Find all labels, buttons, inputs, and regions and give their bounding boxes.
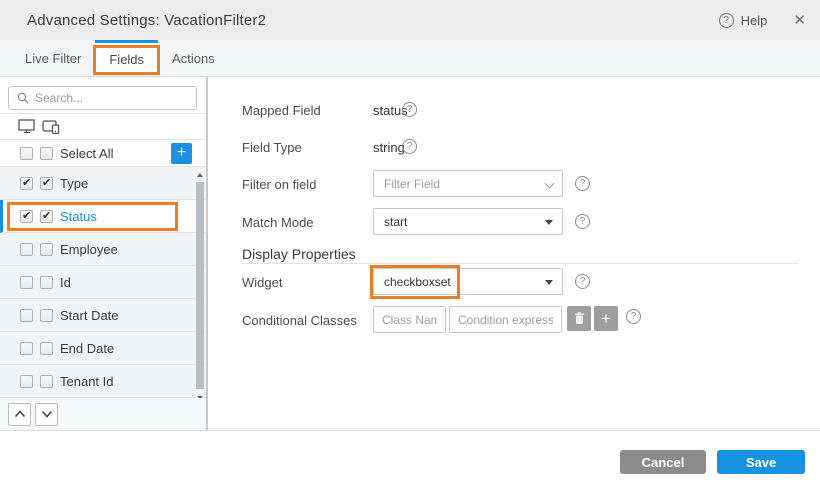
sidebar-item-type[interactable]: Type: [0, 167, 206, 200]
search-icon: [17, 92, 29, 104]
field-label: Type: [60, 176, 88, 191]
scroll-up-icon[interactable]: [196, 170, 204, 180]
help-link[interactable]: Help: [741, 13, 768, 28]
widget-label: Widget: [242, 275, 282, 290]
sidebar-item-id[interactable]: Id: [0, 266, 206, 299]
trash-icon: [574, 312, 585, 325]
tab-fields[interactable]: Fields: [95, 40, 158, 76]
delete-class-button[interactable]: [567, 306, 591, 331]
mobile-checkbox[interactable]: [40, 177, 53, 190]
filter-on-field-label: Filter on field: [242, 177, 316, 192]
titlebar: Advanced Settings: VacationFilter2 ? Hel…: [0, 0, 820, 40]
widget-help-icon[interactable]: ?: [575, 274, 590, 289]
help-icon[interactable]: ?: [719, 13, 734, 28]
search-section: [0, 77, 206, 114]
class-name-input[interactable]: [373, 306, 446, 333]
fields-sidebar: Select All + Type Status Employee Id: [0, 77, 208, 430]
mobile-checkbox[interactable]: [40, 243, 53, 256]
match-mode-label: Match Mode: [242, 215, 314, 230]
match-mode-select[interactable]: start: [373, 208, 563, 235]
mobile-checkbox[interactable]: [40, 309, 53, 322]
mobile-icon[interactable]: [42, 119, 61, 134]
scrollbar-thumb[interactable]: [196, 182, 204, 389]
mobile-checkbox[interactable]: [40, 276, 53, 289]
select-all-web-checkbox[interactable]: [20, 147, 33, 160]
cancel-button[interactable]: Cancel: [620, 450, 706, 474]
tab-fields-label: Fields: [109, 52, 144, 67]
dialog-footer: Cancel Save: [0, 430, 820, 487]
mobile-checkbox[interactable]: [40, 342, 53, 355]
sidebar-item-end-date[interactable]: End Date: [0, 332, 206, 365]
move-up-button[interactable]: [8, 403, 31, 426]
web-checkbox[interactable]: [20, 210, 33, 223]
filter-on-field-help-icon[interactable]: ?: [575, 176, 590, 191]
reorder-controls: [0, 398, 206, 430]
device-toggle-row: [0, 114, 206, 140]
field-type-label: Field Type: [242, 140, 302, 155]
dialog-title: Advanced Settings: VacationFilter2: [27, 12, 266, 29]
field-label: End Date: [60, 341, 114, 356]
dropdown-arrow-icon: [545, 280, 553, 285]
field-properties-panel: Mapped Field status ? Field Type string …: [210, 77, 820, 430]
mobile-checkbox[interactable]: [40, 375, 53, 388]
chevron-down-icon: [41, 410, 53, 418]
filter-field-placeholder: Filter Field: [384, 177, 440, 191]
field-label: Id: [60, 275, 71, 290]
chevron-down-icon: [545, 179, 555, 189]
advanced-settings-dialog: Advanced Settings: VacationFilter2 ? Hel…: [0, 0, 820, 487]
match-mode-value: start: [384, 215, 407, 229]
mapped-field-label: Mapped Field: [242, 103, 321, 118]
desktop-icon[interactable]: [18, 119, 36, 134]
chevron-up-icon: [14, 410, 26, 418]
web-checkbox[interactable]: [20, 276, 33, 289]
titlebar-actions: ? Help ✕: [719, 11, 806, 29]
select-all-row[interactable]: Select All +: [0, 140, 206, 167]
add-class-button[interactable]: +: [594, 306, 618, 331]
select-all-label: Select All: [60, 146, 113, 161]
sidebar-item-start-date[interactable]: Start Date: [0, 299, 206, 332]
search-box: [8, 86, 197, 110]
move-down-button[interactable]: [35, 403, 58, 426]
sidebar-scrollbar[interactable]: [196, 170, 204, 403]
search-input[interactable]: [35, 91, 185, 105]
select-all-mobile-checkbox[interactable]: [40, 147, 53, 160]
field-type-help-icon[interactable]: ?: [402, 139, 417, 154]
filter-field-select[interactable]: Filter Field: [373, 170, 563, 197]
web-checkbox[interactable]: [20, 177, 33, 190]
mapped-field-help-icon[interactable]: ?: [402, 102, 417, 117]
tab-bar: Live Filter Fields Actions: [0, 40, 820, 77]
save-button[interactable]: Save: [717, 450, 805, 474]
tab-live-filter[interactable]: Live Filter: [11, 40, 95, 76]
field-label: Tenant Id: [60, 374, 114, 389]
widget-value: checkboxset: [384, 275, 451, 289]
condition-expression-input[interactable]: [449, 306, 562, 333]
field-label: Start Date: [60, 308, 119, 323]
close-icon[interactable]: ✕: [793, 11, 806, 29]
sidebar-item-employee[interactable]: Employee: [0, 233, 206, 266]
widget-select[interactable]: checkboxset: [373, 268, 563, 295]
display-properties-heading: Display Properties: [242, 246, 356, 262]
web-checkbox[interactable]: [20, 243, 33, 256]
section-divider: [242, 263, 798, 264]
conditional-classes-label: Conditional Classes: [242, 313, 357, 328]
dropdown-arrow-icon: [545, 220, 553, 225]
web-checkbox[interactable]: [20, 309, 33, 322]
tab-actions[interactable]: Actions: [158, 40, 229, 76]
sidebar-item-status[interactable]: Status: [0, 200, 206, 233]
sidebar-item-tenant-id[interactable]: Tenant Id: [0, 365, 206, 398]
plus-icon: +: [601, 309, 611, 329]
mobile-checkbox[interactable]: [40, 210, 53, 223]
field-type-value: string: [373, 140, 405, 155]
web-checkbox[interactable]: [20, 375, 33, 388]
field-label: Status: [60, 209, 97, 224]
match-mode-help-icon[interactable]: ?: [575, 214, 590, 229]
web-checkbox[interactable]: [20, 342, 33, 355]
conditional-classes-help-icon[interactable]: ?: [626, 309, 641, 324]
field-label: Employee: [60, 242, 118, 257]
add-field-button[interactable]: +: [171, 143, 192, 164]
